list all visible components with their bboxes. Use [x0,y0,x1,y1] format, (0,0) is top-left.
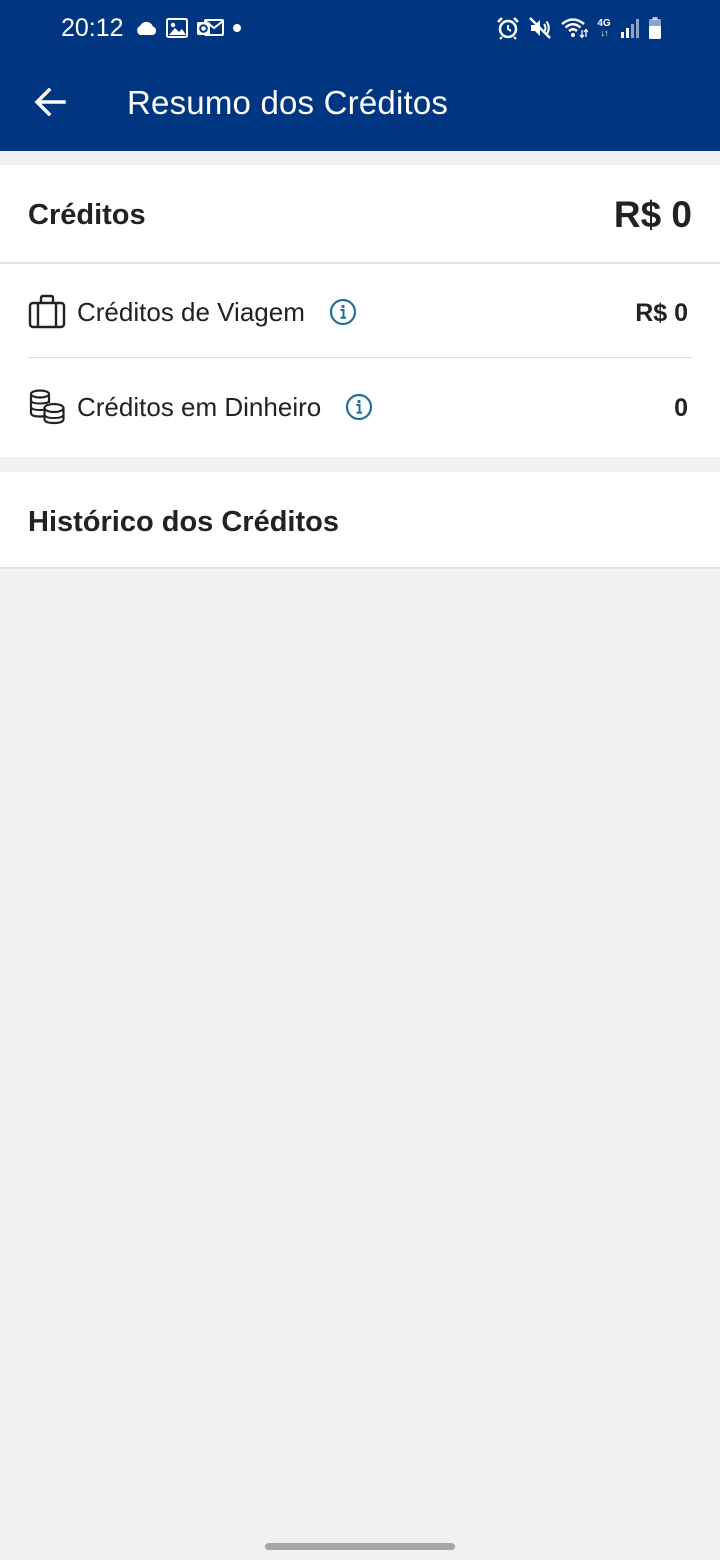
dot-icon [233,24,241,32]
travel-credits-row: Créditos de Viagem R$ 0 [28,264,692,358]
coins-icon [29,389,65,425]
app-bar: 20:12 4G ↓↑ Resumo dos Créditos [0,0,720,151]
cash-credits-row: Créditos em Dinheiro 0 [28,359,692,453]
status-bar: 20:12 4G ↓↑ [0,0,720,56]
cash-credits-value: 0 [674,394,688,422]
outlook-icon [197,19,224,36]
mute-icon [529,17,551,39]
status-left-icons [134,15,242,41]
network-arrows: ↓↑ [600,27,609,38]
cloud-icon [137,21,157,35]
status-time: 20:12 [61,14,124,42]
network-4g-icon: 4G ↓↑ [596,17,612,38]
signal-icon [621,19,639,38]
info-icon[interactable] [345,393,373,421]
image-icon [166,18,188,38]
credits-title: Créditos [28,199,146,231]
status-right-icons: 4G ↓↑ [496,14,662,42]
cash-credits-label: Créditos em Dinheiro [77,392,322,422]
back-button[interactable] [28,80,72,124]
credits-summary-header: Créditos R$ 0 [0,165,720,264]
arrow-left-icon [34,88,66,116]
travel-credits-value: R$ 0 [635,299,688,327]
info-icon[interactable] [329,298,357,326]
credits-history-title: Histórico dos Créditos [28,506,339,538]
page-title: Resumo dos Créditos [127,84,449,121]
alarm-icon [497,17,519,40]
credits-total: R$ 0 [613,194,692,235]
wifi-icon [561,18,588,39]
credits-summary-card: Créditos R$ 0 Créditos de Viagem R$ 0 Cr… [0,165,720,457]
suitcase-icon [28,294,66,329]
battery-icon [649,17,661,39]
credits-history-item[interactable]: Histórico dos Créditos [0,472,720,569]
network-label: 4G [597,17,611,29]
travel-credits-label: Créditos de Viagem [77,297,305,327]
home-indicator[interactable] [265,1543,455,1550]
